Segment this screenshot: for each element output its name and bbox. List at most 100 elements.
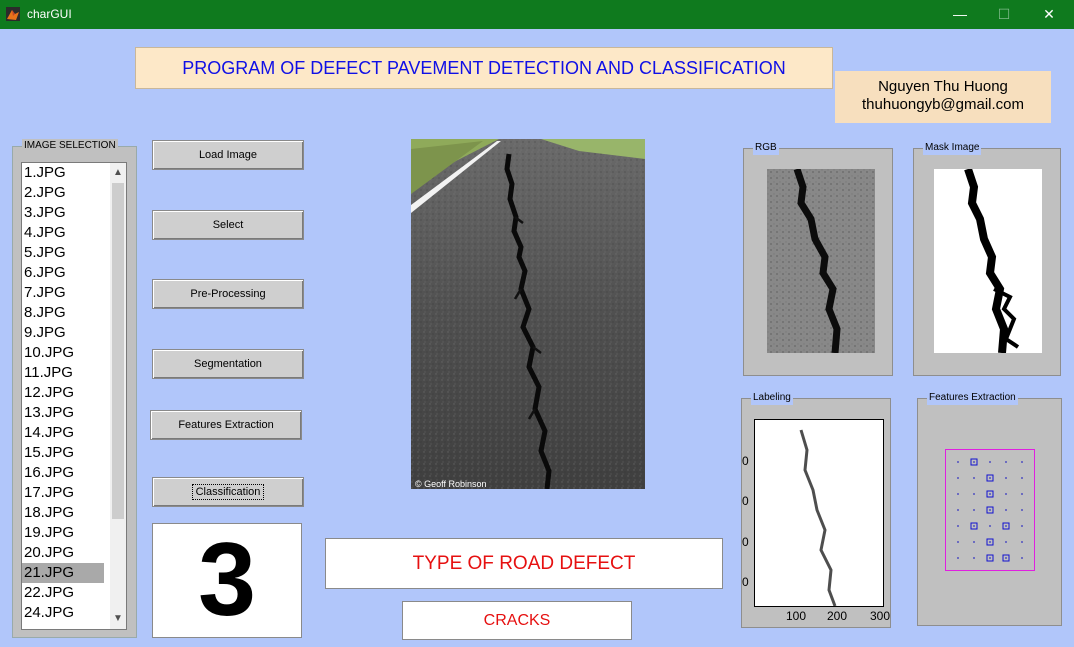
image-listbox[interactable]: 1.JPG 2.JPG 3.JPG 4.JPG 5.JPG 6.JPG 7.JPG 8.JPG… [21,162,127,630]
app-icon [6,7,20,21]
list-item[interactable]: 14.JPG [22,423,104,443]
feature-marker [973,493,975,495]
author-name: Nguyen Thu Huong [878,78,1008,95]
list-item[interactable]: 15.JPG [22,443,104,463]
labeling-y-tick: 0 [742,535,749,549]
features-panel-label: Features Extraction [927,391,1018,405]
feature-marker [1021,525,1023,527]
feature-marker [957,477,959,479]
window-titlebar: charGUI — ☐ ✕ [0,0,1074,29]
close-icon: ✕ [1043,6,1055,22]
labeling-x-tick: 100 [786,609,807,623]
list-item[interactable]: 24.JPG [22,603,104,623]
list-item[interactable]: 16.JPG [22,463,104,483]
labeling-x-tick: 300 [870,609,891,623]
maximize-button[interactable]: ☐ [989,4,1019,24]
close-button[interactable]: ✕ [1034,4,1064,24]
image-credit: © Geoff Robinson [415,479,487,489]
feature-marker [1021,477,1023,479]
list-item[interactable]: 11.JPG [22,363,104,383]
feature-marker [957,461,959,463]
author-box: Nguyen Thu Huong thuhuongyb@gmail.com [835,71,1051,123]
list-item[interactable]: 10.JPG [22,343,104,363]
list-item[interactable]: 6.JPG [22,263,104,283]
scroll-down-icon[interactable]: ▼ [110,611,126,627]
window-title: charGUI [27,7,72,21]
list-item[interactable]: 8.JPG [22,303,104,323]
labeling-axes [754,419,884,607]
rgb-crop-image [767,167,875,354]
list-item[interactable]: 1.JPG [22,163,104,183]
feature-marker [1021,557,1023,559]
feature-marker [957,525,959,527]
labeling-y-tick: 0 [742,454,749,468]
feature-marker [1021,541,1023,543]
list-item[interactable]: 7.JPG [22,283,104,303]
classification-button[interactable]: Classification [152,477,304,507]
labeling-y-tick: 0 [742,575,749,589]
list-item[interactable]: 22.JPG [22,583,104,603]
feature-marker [957,557,959,559]
feature-marker [989,509,991,511]
list-item[interactable]: 4.JPG [22,223,104,243]
list-item[interactable]: 9.JPG [22,323,104,343]
feature-marker [1021,493,1023,495]
mask-image [934,167,1042,354]
feature-marker [973,461,975,463]
class-number-display: 3 [152,523,302,638]
list-item[interactable]: 3.JPG [22,203,104,223]
feature-marker [989,557,991,559]
feature-marker [1005,461,1007,463]
image-selection-label: IMAGE SELECTION [22,139,118,153]
load-image-button[interactable]: Load Image [152,140,304,170]
list-item[interactable]: 5.JPG [22,243,104,263]
labeling-y-tick: 0 [742,494,749,508]
feature-marker [1005,541,1007,543]
list-item[interactable]: 19.JPG [22,523,104,543]
author-email: thuhuongyb@gmail.com [862,96,1024,113]
feature-marker [1005,477,1007,479]
feature-marker [957,541,959,543]
road-image: © Geoff Robinson [411,139,645,489]
rgb-panel: RGB [743,141,893,376]
list-item[interactable]: 2.JPG [22,183,104,203]
list-item[interactable]: 20.JPG [22,543,104,563]
list-item[interactable]: 13.JPG [22,403,104,423]
minimize-icon: — [953,6,967,22]
list-item[interactable]: 17.JPG [22,483,104,503]
feature-marker [973,509,975,511]
features-extraction-button[interactable]: Features Extraction [150,410,302,440]
listbox-scrollbar[interactable]: ▲ ▼ [110,163,126,629]
feature-marker [1021,509,1023,511]
feature-marker [973,557,975,559]
feature-marker [1005,557,1007,559]
scroll-up-icon[interactable]: ▲ [110,165,126,181]
defect-type-label: TYPE OF ROAD DEFECT [325,538,723,589]
list-item[interactable]: 21.JPG [22,563,104,583]
mask-panel-label: Mask Image [923,141,982,155]
program-title: PROGRAM OF DEFECT PAVEMENT DETECTION AND… [135,47,833,89]
list-item[interactable]: 12.JPG [22,383,104,403]
feature-marker [989,541,991,543]
feature-marker [957,493,959,495]
features-panel: Features Extraction [917,391,1062,626]
labeling-panel: Labeling 0 0 0 0 100 200 300 [741,391,891,628]
select-button[interactable]: Select [152,210,304,240]
feature-marker [973,477,975,479]
preprocessing-button[interactable]: Pre-Processing [152,279,304,309]
feature-marker [973,525,975,527]
feature-marker [1005,525,1007,527]
feature-marker [1005,493,1007,495]
scrollbar-thumb[interactable] [112,183,124,519]
feature-marker [957,509,959,511]
figure-client-area: PROGRAM OF DEFECT PAVEMENT DETECTION AND… [2,29,1072,647]
rgb-panel-label: RGB [753,141,779,155]
segmentation-button[interactable]: Segmentation [152,349,304,379]
feature-marker [989,525,991,527]
feature-marker [1005,509,1007,511]
feature-marker [989,493,991,495]
feature-marker [1021,461,1023,463]
list-item[interactable]: 18.JPG [22,503,104,523]
defect-type-value: CRACKS [402,601,632,640]
minimize-button[interactable]: — [945,4,975,24]
